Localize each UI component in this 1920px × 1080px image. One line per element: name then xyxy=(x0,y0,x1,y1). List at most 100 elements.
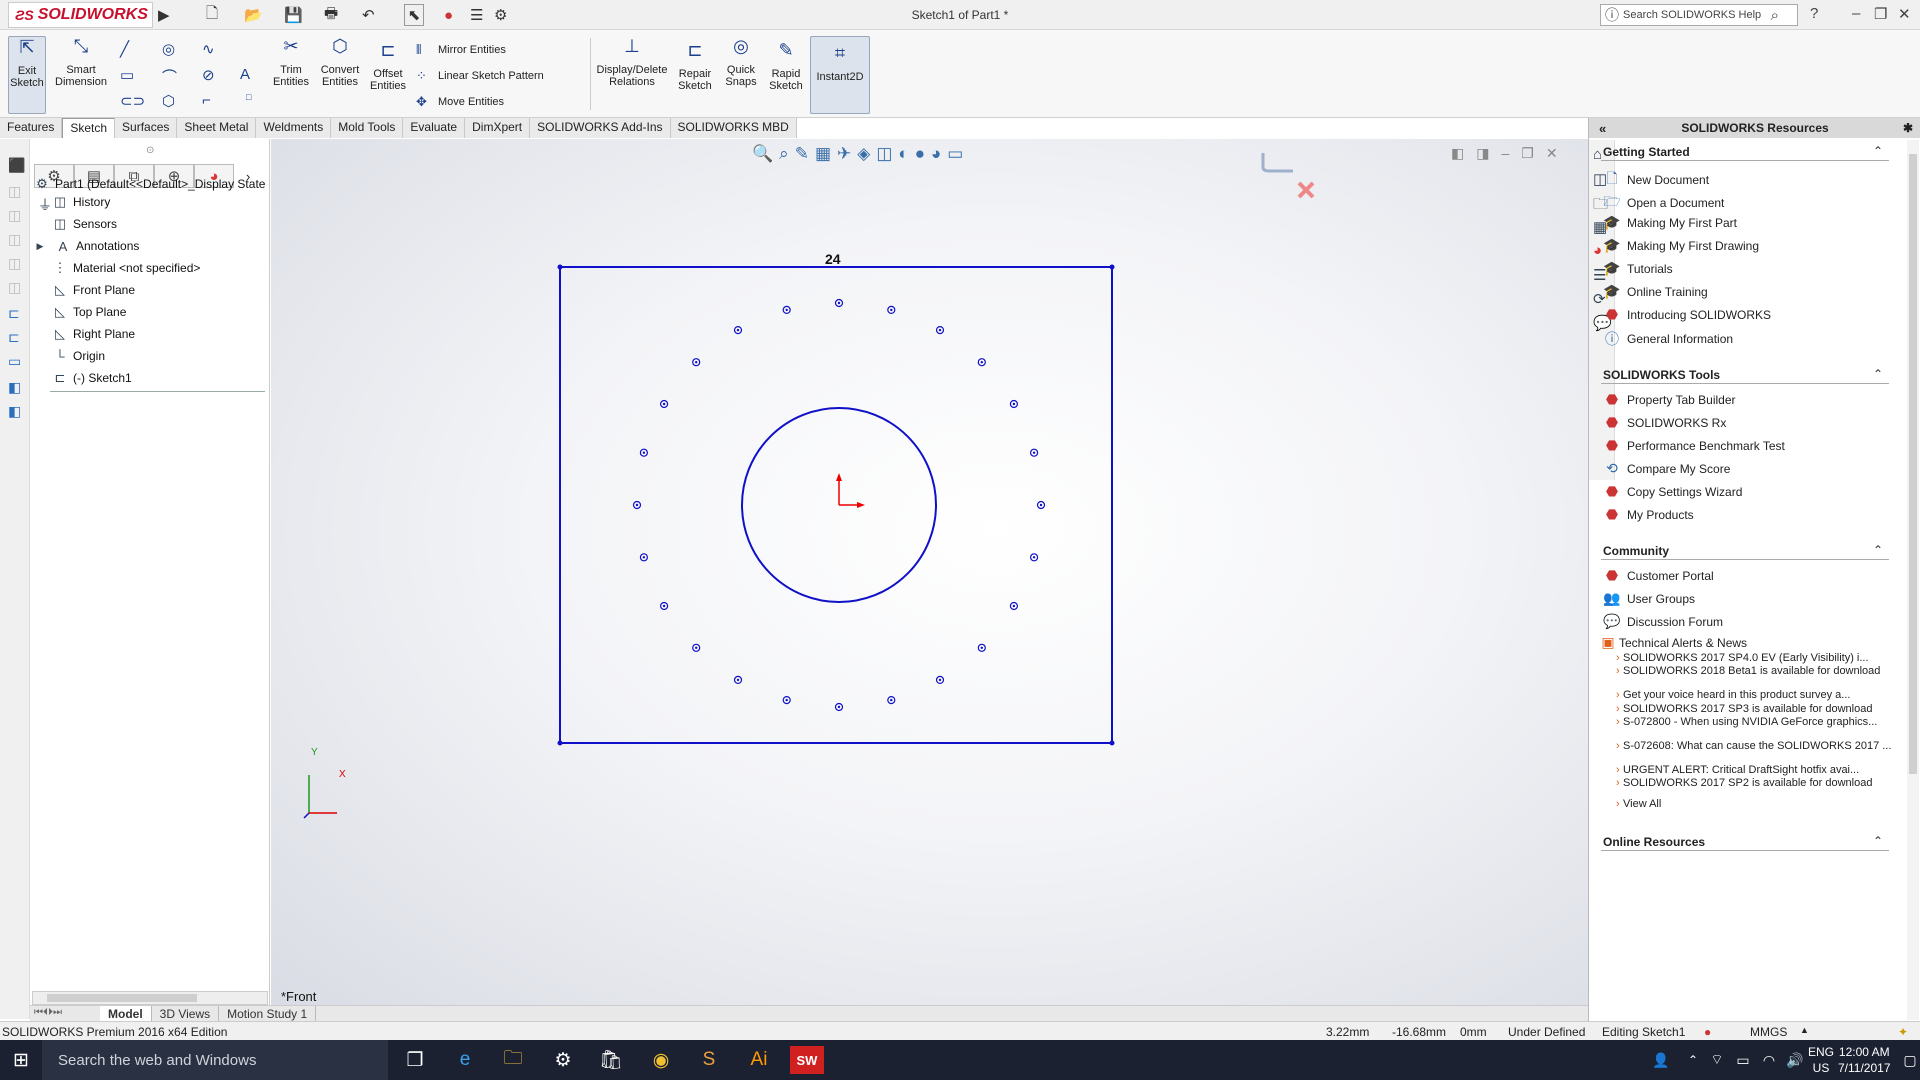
sublime-icon[interactable]: S xyxy=(692,1046,726,1074)
minimize-doc-icon[interactable]: – xyxy=(1501,145,1509,162)
rapid-sketch-button[interactable]: ✎ Rapid Sketch xyxy=(764,41,808,92)
tooltip-toggle-icon[interactable]: ✦ xyxy=(1898,1025,1908,1039)
view-orientation-icon[interactable]: ◈ xyxy=(857,144,870,164)
fillet-feature-icon[interactable]: ◫ xyxy=(8,279,21,296)
view-settings-icon[interactable]: ▭ xyxy=(947,144,963,164)
link-first-drawing[interactable]: 🎓 Making My First Drawing xyxy=(1603,237,1759,254)
link-open-document[interactable]: 🗁 Open a Document xyxy=(1603,191,1724,215)
scroll-thumb[interactable] xyxy=(47,994,197,1002)
tree-item-right-plane[interactable]: ◺ Right Plane xyxy=(50,323,135,345)
exit-sketch-corner-icon[interactable] xyxy=(1261,153,1293,173)
smart-dimension-button[interactable]: ⤡ Smart Dimension xyxy=(52,37,110,88)
file-explorer-taskbar-icon[interactable]: 🗀 xyxy=(496,1046,530,1074)
link-tutorials[interactable]: 🎓 Tutorials xyxy=(1603,260,1672,277)
tab-sketch[interactable]: Sketch xyxy=(62,118,116,138)
tile-left-icon[interactable]: ◧ xyxy=(1451,145,1464,162)
offset-entities-button[interactable]: ⊏ Offset Entities xyxy=(366,41,410,92)
steam-icon[interactable]: ⚙ xyxy=(546,1046,580,1074)
units-dropdown-icon[interactable]: ▲ xyxy=(1800,1025,1809,1035)
resources-scrollbar[interactable] xyxy=(1907,140,1919,1020)
link-property-tab-builder[interactable]: ⬣ Property Tab Builder xyxy=(1603,391,1736,408)
minimize-icon[interactable]: – xyxy=(1852,5,1860,22)
cancel-sketch-corner-icon[interactable] xyxy=(1297,181,1315,199)
online-resources-header[interactable]: Online Resources xyxy=(1603,835,1705,849)
move-entities-button[interactable]: ✥ Move Entities xyxy=(416,94,504,110)
link-benchmark[interactable]: ⬣ Performance Benchmark Test xyxy=(1603,437,1785,454)
tree-horizontal-scrollbar[interactable] xyxy=(32,991,268,1005)
previous-view-icon[interactable]: ✎ xyxy=(795,144,809,164)
zoom-to-fit-icon[interactable]: 🔍 xyxy=(752,144,773,164)
confirmation-corner[interactable] xyxy=(1261,153,1315,199)
slot-tool-icon[interactable]: ⊂⊃ xyxy=(120,92,145,110)
news-item[interactable]: SOLIDWORKS 2017 SP3 is available for dow… xyxy=(1616,703,1893,716)
tree-item-material[interactable]: ⋮ Material <not specified> xyxy=(50,257,201,279)
edit-appearance-icon[interactable]: ● xyxy=(915,144,925,164)
tab-sheet-metal[interactable]: Sheet Metal xyxy=(177,118,257,138)
link-copy-settings[interactable]: ⬣ Copy Settings Wizard xyxy=(1603,483,1743,500)
language-indicator[interactable]: ENG US xyxy=(1808,1044,1834,1076)
view-icon[interactable]: ◧ xyxy=(8,379,21,396)
collapse-section-icon[interactable]: ⌃ xyxy=(1873,144,1883,158)
trim-entities-button[interactable]: ✂ Trim Entities xyxy=(268,37,314,88)
search-icon[interactable]: ⌕ xyxy=(1771,7,1779,24)
sketch-icon[interactable]: ⊏ xyxy=(8,305,20,322)
circle-tool-icon[interactable]: ◎ xyxy=(162,40,175,58)
tab-surfaces[interactable]: Surfaces xyxy=(115,118,178,138)
store-icon[interactable]: 🛍 xyxy=(594,1046,628,1074)
tree-item-history[interactable]: ◫ History xyxy=(50,191,111,213)
link-my-products[interactable]: ⬣ My Products xyxy=(1603,506,1694,523)
community-header[interactable]: Community xyxy=(1603,544,1669,558)
repair-sketch-button[interactable]: ⊏ Repair Sketch xyxy=(674,41,716,92)
news-item[interactable]: SOLIDWORKS 2017 SP2 is available for dow… xyxy=(1616,777,1893,790)
volume-icon[interactable]: 🔊 xyxy=(1778,1046,1812,1074)
display-delete-relations-button[interactable]: ⊥ Display/Delete Relations xyxy=(594,37,670,88)
part-icon[interactable]: ⬛ xyxy=(8,157,25,174)
tab-evaluate[interactable]: Evaluate xyxy=(403,118,466,138)
collapse-section-icon[interactable]: ⌃ xyxy=(1873,367,1883,381)
quick-snaps-button[interactable]: ◎ Quick Snaps xyxy=(722,37,760,88)
start-icon[interactable]: ⊞ xyxy=(4,1046,38,1074)
collapse-section-icon[interactable]: ⌃ xyxy=(1873,543,1883,557)
link-general-info[interactable]: ⓘ General Information xyxy=(1603,329,1733,349)
news-item[interactable]: S-072608: What can cause the SOLIDWORKS … xyxy=(1616,740,1893,753)
tab-weldments[interactable]: Weldments xyxy=(256,118,332,138)
fillet-tool-icon[interactable]: ⌐ xyxy=(202,92,211,109)
help-menu-icon[interactable]: ? xyxy=(1810,5,1818,22)
panel-grip-icon[interactable]: ⊙ xyxy=(146,145,154,156)
collapse-panel-icon[interactable]: « xyxy=(1599,121,1606,136)
help-search-input[interactable]: ⓘ Search SOLIDWORKS Help ⌕ xyxy=(1600,4,1798,26)
polygon-tool-icon[interactable]: ⬡ xyxy=(162,92,175,110)
news-item[interactable]: SOLIDWORKS 2018 Beta1 is available for d… xyxy=(1616,665,1893,678)
tile-right-icon[interactable]: ◨ xyxy=(1476,145,1489,162)
line-tool-icon[interactable]: ╱ xyxy=(120,40,129,58)
tab-add-ins[interactable]: SOLIDWORKS Add-Ins xyxy=(530,118,671,138)
taskbar-search[interactable]: Search the web and Windows xyxy=(42,1040,388,1080)
tree-item-origin[interactable]: └ Origin xyxy=(50,345,105,367)
view-all-link[interactable]: View All xyxy=(1616,798,1893,811)
tools-header[interactable]: SOLIDWORKS Tools xyxy=(1603,368,1720,382)
tab-features[interactable]: Features xyxy=(0,118,63,138)
sketch-picture-icon[interactable]: ▭ xyxy=(8,353,21,370)
link-compare-score[interactable]: ⟲ Compare My Score xyxy=(1603,460,1730,477)
appearances-icon[interactable]: ◕ xyxy=(1593,242,1602,259)
tree-item-annotations[interactable]: ▶ A Annotations xyxy=(30,235,140,257)
link-online-training[interactable]: 🎓 Online Training xyxy=(1603,283,1707,300)
link-introducing[interactable]: ⬣ Introducing SOLIDWORKS xyxy=(1603,306,1771,323)
tree-item-front-plane[interactable]: ◺ Front Plane xyxy=(50,279,135,301)
rectangle-corner-point[interactable] xyxy=(557,740,563,746)
link-technical-alerts[interactable]: ▣ Technical Alerts & News xyxy=(1601,634,1747,651)
close-icon[interactable]: ✕ xyxy=(1898,5,1911,23)
rectangle-corner-point[interactable] xyxy=(1109,264,1115,270)
solidworks-taskbar-icon[interactable]: SW xyxy=(790,1046,824,1074)
tree-item-sketch1[interactable]: ⊏ (-) Sketch1 xyxy=(50,367,132,389)
zoom-area-icon[interactable]: ⌕ xyxy=(779,144,789,164)
link-first-part[interactable]: 🎓 Making My First Part xyxy=(1603,214,1737,231)
pattern-count-label[interactable]: 24 xyxy=(825,251,841,267)
tab-mbd[interactable]: SOLIDWORKS MBD xyxy=(670,118,797,138)
dynamic-annotation-icon[interactable]: ✈ xyxy=(837,144,851,164)
notifications-icon[interactable]: ▢ xyxy=(1900,1046,1920,1074)
spline-tool-icon[interactable]: ∿ xyxy=(202,40,215,58)
graphics-area[interactable]: 24 Y X ◧ ◨ – ❐ ✕ xyxy=(271,139,1588,1007)
resources-scroll-thumb[interactable] xyxy=(1909,154,1917,774)
news-item[interactable]: SOLIDWORKS 2017 SP4.0 EV (Early Visibili… xyxy=(1616,652,1893,665)
